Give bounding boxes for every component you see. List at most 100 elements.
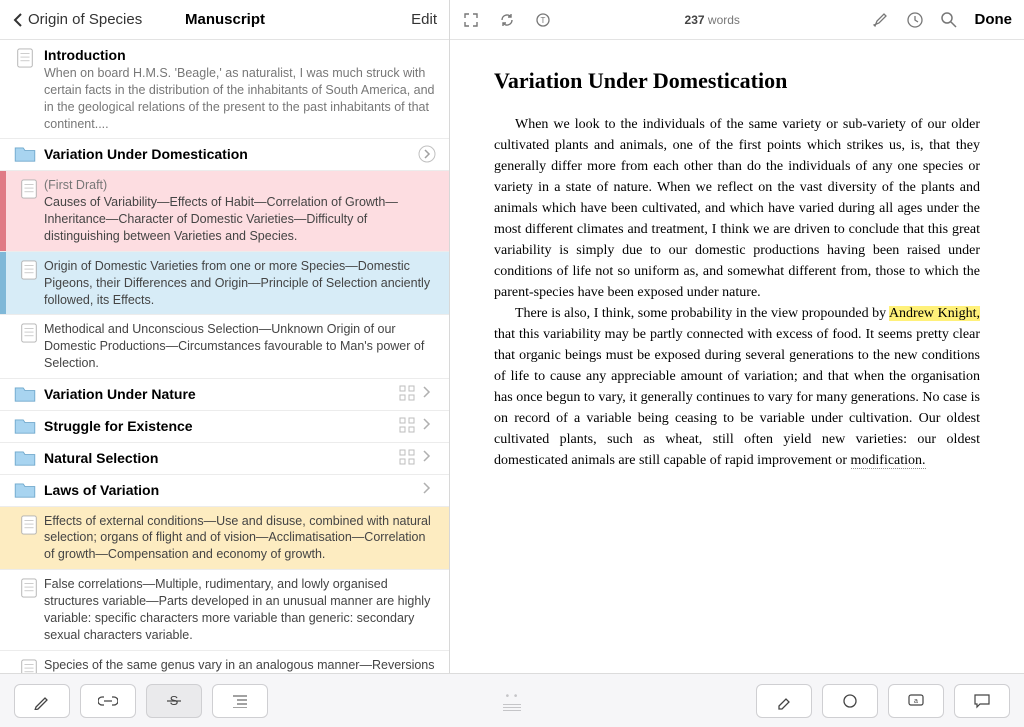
history-button[interactable] <box>906 11 924 29</box>
expand-button[interactable] <box>462 11 480 29</box>
grid-icon <box>399 417 415 433</box>
comment-button[interactable] <box>954 684 1010 718</box>
folder-icon <box>14 147 36 163</box>
search-icon <box>940 11 958 29</box>
grid-icon <box>399 449 415 465</box>
chevron-right-circle-icon <box>418 145 436 163</box>
folder-title: Variation Under Nature <box>44 385 399 404</box>
folder-struggle[interactable]: Struggle for Existence <box>0 411 449 443</box>
list-item-first-draft[interactable]: (First Draft) Causes of Variability—Effe… <box>0 171 449 252</box>
item-synopsis: Causes of Variability—Effects of Habit—C… <box>44 194 439 245</box>
paragraph-1: When we look to the individuals of the s… <box>494 114 980 303</box>
comment-icon <box>973 693 991 709</box>
list-item-intro[interactable]: Introduction When on board H.M.S. 'Beagl… <box>0 40 449 139</box>
expand-icon <box>463 12 479 28</box>
item-title: Introduction <box>44 46 439 65</box>
item-synopsis: False correlations—Multiple, rudimentary… <box>44 576 439 644</box>
sidebar-header: Origin of Species Manuscript Edit <box>0 0 449 40</box>
done-button[interactable]: Done <box>974 11 1012 28</box>
folder-variation-nature[interactable]: Variation Under Nature <box>0 379 449 411</box>
document-icon <box>20 578 38 598</box>
document-icon <box>20 260 38 280</box>
p2-run-a: There is also, I think, some probability… <box>515 306 889 321</box>
editor-header: T 237 words Done <box>450 0 1024 40</box>
label-stripe-blue <box>0 252 6 315</box>
grid-icon <box>399 385 415 401</box>
word-count-label: words <box>708 13 740 27</box>
list-item-laws-a[interactable]: Effects of external conditions—Use and d… <box>0 507 449 571</box>
sync-button[interactable] <box>498 11 516 29</box>
color-circle-icon <box>842 693 858 709</box>
folder-icon <box>14 451 36 467</box>
disclosure-button[interactable] <box>415 449 439 463</box>
strikethrough-icon: S <box>165 692 183 710</box>
sync-icon <box>499 12 515 28</box>
edit-button[interactable]: Edit <box>411 11 437 28</box>
folder-title: Natural Selection <box>44 449 399 468</box>
folder-title: Variation Under Domestication <box>44 145 415 164</box>
inline-note-button[interactable]: a <box>888 684 944 718</box>
item-synopsis: Methodical and Unconscious Selection—Unk… <box>44 321 439 372</box>
disclosure-button[interactable] <box>415 417 439 431</box>
search-button[interactable] <box>940 11 958 29</box>
disclosure-button[interactable] <box>415 385 439 399</box>
label-stripe-red <box>0 171 6 251</box>
list-item-origin-domestic[interactable]: Origin of Domestic Varieties from one or… <box>0 252 449 316</box>
item-status: (First Draft) <box>44 177 439 194</box>
disclosure-button[interactable] <box>415 145 439 163</box>
strikethrough-button[interactable]: S <box>146 684 202 718</box>
paintbrush-button[interactable] <box>872 11 890 29</box>
pencil-icon <box>33 692 51 710</box>
p2-run-b: that this variability may be partly conn… <box>494 327 980 468</box>
document-icon <box>20 323 38 343</box>
list-item-laws-b[interactable]: False correlations—Multiple, rudimentary… <box>0 570 449 651</box>
indent-button[interactable] <box>212 684 268 718</box>
link-tool-button[interactable] <box>80 684 136 718</box>
editor-pane: T 237 words Done Variation Under Domesti… <box>450 0 1024 727</box>
list-item-methodical[interactable]: Methodical and Unconscious Selection—Unk… <box>0 315 449 379</box>
toolbar-divider: • • <box>503 691 521 711</box>
item-synopsis: When on board H.M.S. 'Beagle,' as natura… <box>44 65 439 133</box>
bottom-toolbar: S • • a <box>0 673 1024 727</box>
paintbrush-icon <box>872 11 890 29</box>
binder-list: Introduction When on board H.M.S. 'Beagl… <box>0 40 449 727</box>
folder-title: Struggle for Existence <box>44 417 399 436</box>
document-icon <box>20 179 38 199</box>
word-count-number: 237 <box>685 13 705 27</box>
document-body[interactable]: Variation Under Domestication When we lo… <box>450 40 1024 727</box>
link-icon <box>98 694 118 708</box>
folder-icon <box>14 387 36 403</box>
highlighter-button[interactable] <box>756 684 812 718</box>
chevron-right-icon <box>422 449 432 463</box>
chevron-right-icon <box>422 385 432 399</box>
p2-run-c: modification. <box>851 453 926 469</box>
chevron-left-icon <box>12 12 24 28</box>
disclosure-button[interactable] <box>415 481 439 495</box>
folder-natural-selection[interactable]: Natural Selection <box>0 443 449 475</box>
clock-icon <box>906 11 924 29</box>
folder-laws[interactable]: Laws of Variation <box>0 475 449 507</box>
folder-title: Laws of Variation <box>44 481 415 500</box>
document-icon <box>16 48 34 68</box>
folder-variation-domestication[interactable]: Variation Under Domestication <box>0 139 449 171</box>
svg-text:T: T <box>541 16 546 25</box>
inline-note-icon: a <box>907 693 925 709</box>
indent-icon <box>231 694 249 708</box>
svg-text:a: a <box>914 698 918 705</box>
pencil-tool-button[interactable] <box>14 684 70 718</box>
typewriter-icon: T <box>535 12 551 28</box>
word-count: 237 words <box>685 13 740 27</box>
folder-icon <box>14 419 36 435</box>
chevron-right-icon <box>422 417 432 431</box>
color-button[interactable] <box>822 684 878 718</box>
paragraph-2: There is also, I think, some probability… <box>494 303 980 471</box>
highlight-andrew-knight: Andrew Knight, <box>889 306 980 321</box>
highlighter-icon <box>775 692 793 710</box>
typewriter-button[interactable]: T <box>534 11 552 29</box>
binder-sidebar: Origin of Species Manuscript Edit Introd… <box>0 0 450 727</box>
folder-icon <box>14 483 36 499</box>
back-button[interactable]: Origin of Species <box>12 11 142 28</box>
document-icon <box>20 515 38 535</box>
chevron-right-icon <box>422 481 432 495</box>
item-synopsis: Origin of Domestic Varieties from one or… <box>44 258 439 309</box>
